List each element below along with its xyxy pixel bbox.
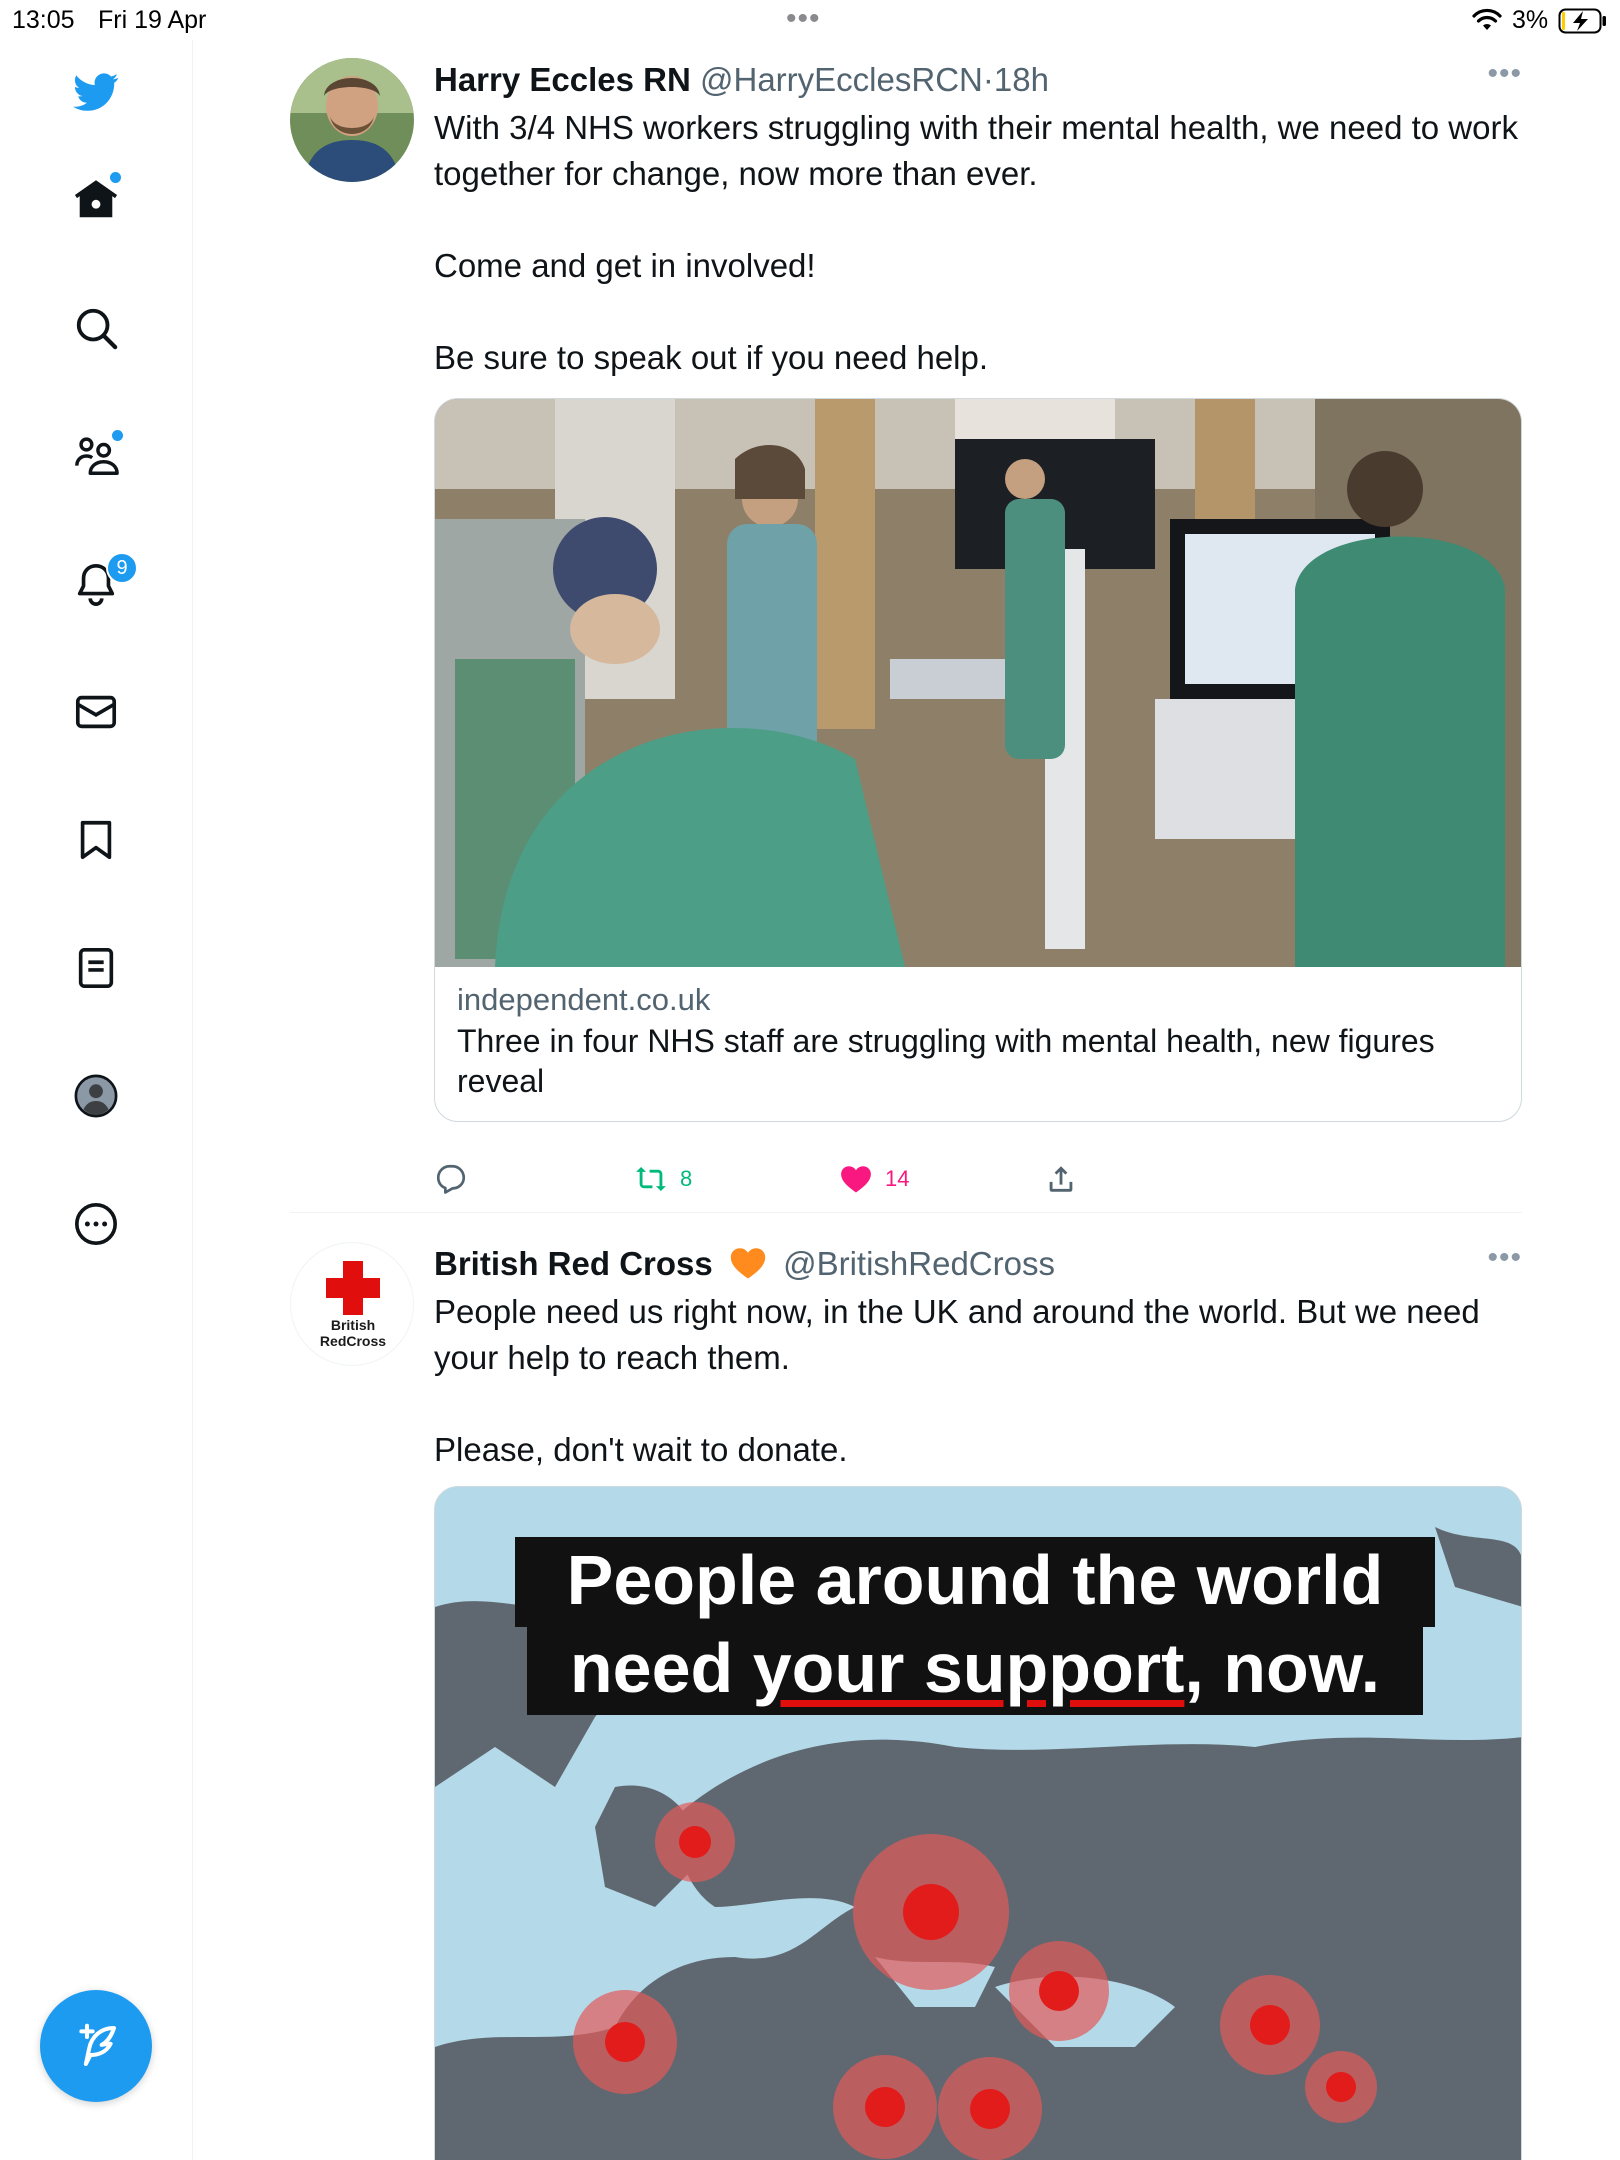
red-cross-logo-text: British RedCross — [319, 1317, 387, 1349]
status-bar: 13:05 Fri 19 Apr ••• 3% — [0, 0, 1620, 40]
tweet-text: People need us right now, in the UK and … — [434, 1289, 1522, 1473]
tweet-more-button[interactable]: ••• — [1487, 52, 1522, 96]
wifi-icon — [1472, 8, 1502, 39]
sidebar-nav: 9 — [0, 40, 193, 2160]
status-date: Fri 19 Apr — [98, 6, 207, 34]
image-headline-line-2: need your support, now. — [527, 1625, 1423, 1715]
tweet-divider — [290, 1212, 1522, 1213]
share-button[interactable] — [1044, 1162, 1078, 1196]
notifications-count-badge: 9 — [106, 552, 138, 584]
avatar-harry-eccles[interactable] — [290, 58, 414, 182]
link-card-caption: independent.co.uk Three in four NHS staf… — [435, 967, 1521, 1101]
battery-charging-icon — [1558, 8, 1608, 41]
reply-icon — [436, 1164, 466, 1194]
retweet-count: 8 — [680, 1166, 693, 1191]
more-icon[interactable] — [66, 1194, 126, 1254]
retweet-icon — [636, 1166, 666, 1192]
tweet-image[interactable]: People around the world need your suppor… — [434, 1486, 1522, 2160]
retweet-button[interactable]: 8 — [634, 1162, 692, 1196]
tweet-text: With 3/4 NHS workers struggling with the… — [434, 105, 1522, 381]
author-handle[interactable]: @BritishRedCross — [783, 1245, 1055, 1282]
orange-heart-icon — [728, 1245, 768, 1292]
status-time: 13:05 — [12, 6, 75, 34]
tweet-more-button[interactable]: ••• — [1487, 1236, 1522, 1280]
link-card-image — [435, 399, 1521, 967]
multitasking-dots[interactable]: ••• — [786, 2, 821, 36]
share-icon — [1049, 1166, 1073, 1192]
tweet-time[interactable]: 18h — [994, 61, 1049, 98]
like-count: 14 — [885, 1166, 910, 1191]
tweet-paragraph: With 3/4 NHS workers struggling with the… — [434, 109, 1518, 192]
tweet-paragraph: Come and get in involved! — [434, 247, 816, 284]
tweet-header: Harry Eccles RN @HarryEcclesRCN·18h ••• — [434, 57, 1522, 102]
tweet-paragraph: People need us right now, in the UK and … — [434, 1293, 1480, 1376]
bell-icon[interactable]: 9 — [66, 552, 138, 614]
compose-tweet-button[interactable] — [40, 1990, 152, 2102]
twitter-logo-icon[interactable] — [66, 62, 126, 122]
avatar-british-red-cross[interactable]: British RedCross — [290, 1242, 414, 1366]
like-button[interactable]: 14 — [839, 1162, 909, 1196]
tweet-paragraph: Be sure to speak out if you need help. — [434, 339, 989, 376]
profile-icon[interactable] — [66, 1066, 126, 1126]
tweet-header: British Red Cross @BritishRedCross ••• — [434, 1241, 1522, 1286]
home-unread-dot — [110, 172, 121, 183]
link-card-domain: independent.co.uk — [457, 982, 711, 1017]
compose-feather-icon — [79, 2023, 117, 2067]
lists-icon[interactable] — [66, 938, 126, 998]
communities-unread-dot — [112, 430, 123, 441]
heart-filled-icon — [841, 1166, 871, 1193]
communities-icon[interactable] — [66, 426, 126, 486]
author-handle[interactable]: @HarryEcclesRCN — [700, 61, 983, 98]
separator: · — [982, 61, 994, 98]
image-headline-line-1: People around the world — [515, 1537, 1435, 1627]
author-name[interactable]: British Red Cross — [434, 1245, 713, 1282]
reply-button[interactable] — [434, 1162, 468, 1196]
tweet-actions: 8 14 — [434, 1162, 1522, 1202]
author-name[interactable]: Harry Eccles RN — [434, 61, 691, 98]
link-card-title: Three in four NHS staff are struggling w… — [457, 1023, 1435, 1099]
bookmark-icon[interactable] — [66, 810, 126, 870]
tweet-paragraph: Please, don't wait to donate. — [434, 1431, 848, 1468]
link-card[interactable]: independent.co.uk Three in four NHS staf… — [434, 398, 1522, 1122]
home-icon[interactable] — [66, 170, 126, 230]
battery-percent: 3% — [1512, 6, 1549, 34]
search-icon[interactable] — [66, 298, 126, 358]
mail-icon[interactable] — [66, 682, 126, 742]
